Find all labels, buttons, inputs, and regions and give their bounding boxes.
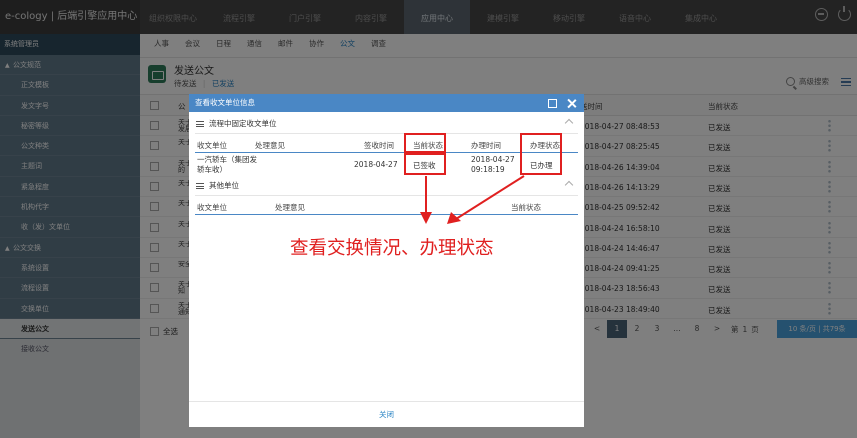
annotation-caption: 查看交换情况、办理状态 bbox=[290, 238, 494, 259]
annotation-arrows bbox=[420, 175, 525, 224]
arrow-line-2 bbox=[455, 175, 525, 220]
arrow-head-1 bbox=[420, 212, 432, 224]
